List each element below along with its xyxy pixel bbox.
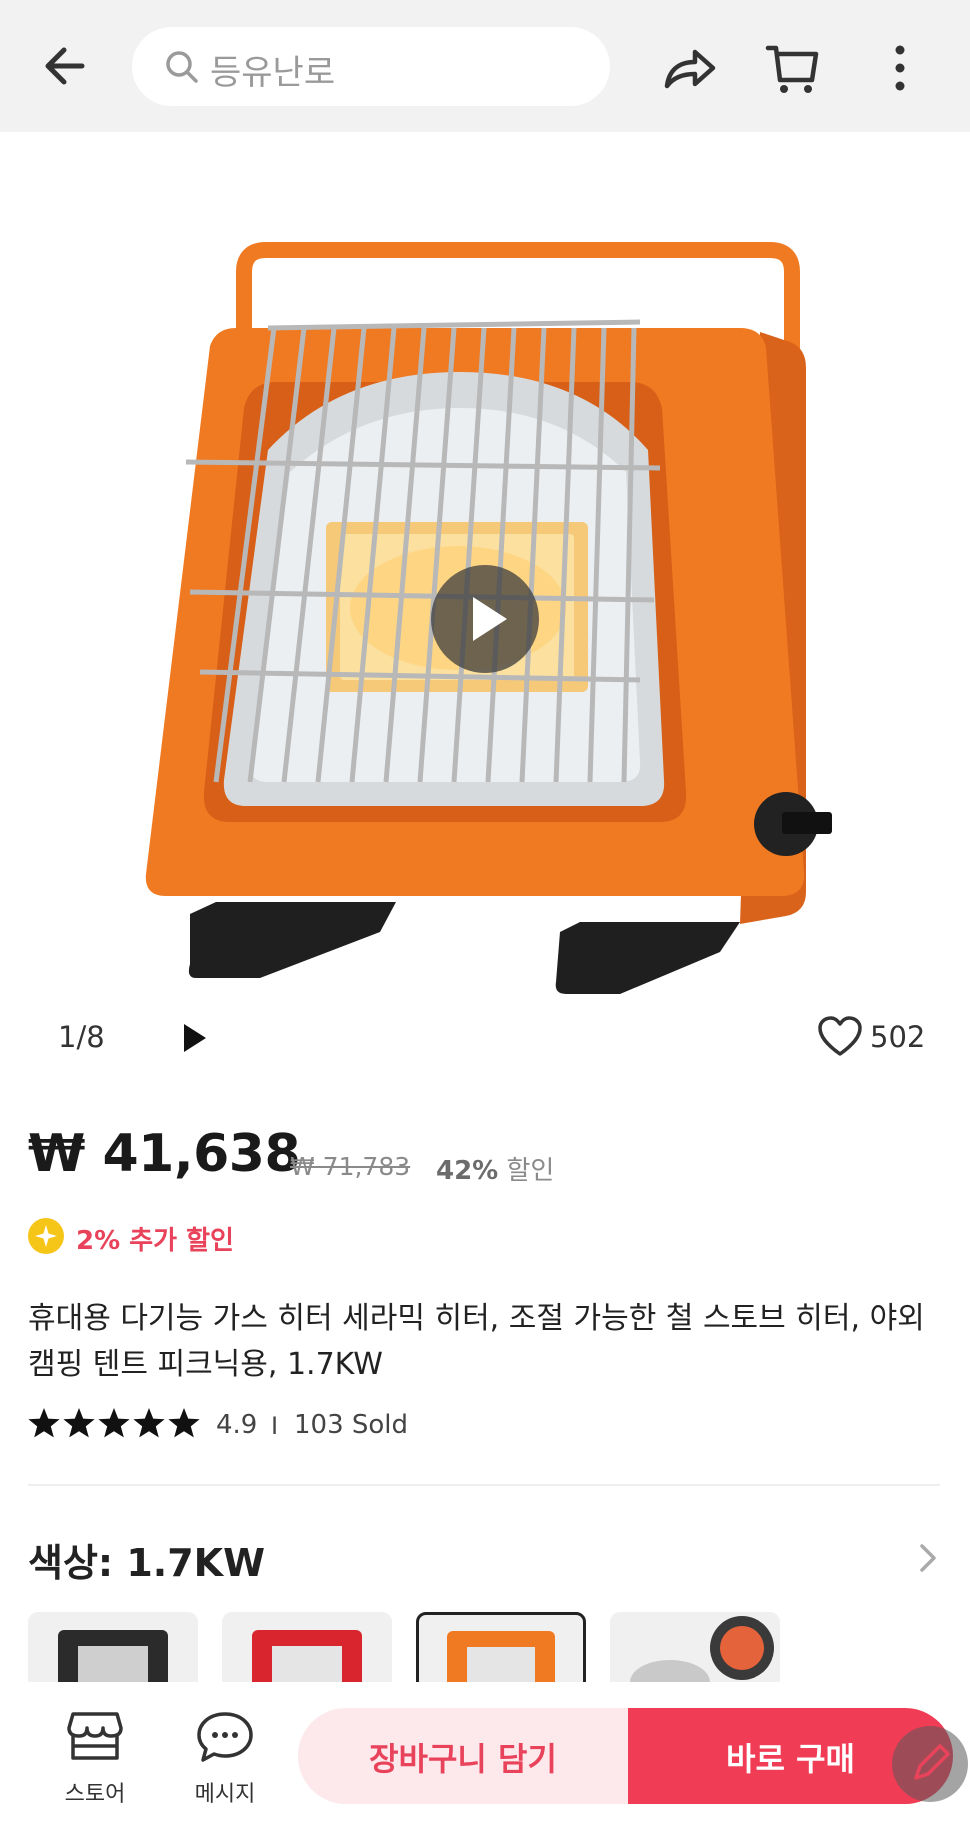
heart-icon: [818, 1016, 862, 1056]
play-icon: [184, 1024, 206, 1052]
play-icon: [473, 597, 507, 641]
chevron-right-icon: [920, 1544, 936, 1572]
option-label: 색상: 1.7KW: [28, 1541, 266, 1585]
divider: [28, 1484, 940, 1486]
discount-percent: 42%: [436, 1156, 499, 1186]
gallery-bar: 1/8 502: [0, 1012, 970, 1068]
video-button[interactable]: [178, 1020, 210, 1056]
search-placeholder: 등유난로: [210, 53, 336, 93]
back-button[interactable]: [36, 36, 96, 96]
original-price: ₩ 71,783: [290, 1152, 411, 1181]
current-price: ₩ 41,638: [28, 1124, 301, 1184]
cart-button[interactable]: [762, 36, 826, 100]
sold-count: 103 Sold: [294, 1410, 409, 1440]
more-vertical-icon: [895, 45, 905, 91]
store-label: 스토어: [64, 1782, 126, 1807]
option-thumbnail[interactable]: [28, 1612, 198, 1682]
message-label: 메시지: [194, 1782, 256, 1807]
sparkle-icon: [28, 1218, 64, 1254]
discount-label: 42% 할인: [436, 1150, 554, 1187]
search-input[interactable]: 등유난로: [132, 27, 610, 106]
message-button[interactable]: 메시지: [180, 1708, 270, 1808]
store-icon: [67, 1712, 123, 1760]
extra-discount-text: 2% 추가 할인: [76, 1226, 234, 1256]
option-thumbnail[interactable]: [222, 1612, 392, 1682]
option-thumbnail-selected[interactable]: [416, 1612, 586, 1682]
rating-value: 4.9: [216, 1410, 258, 1440]
star-rating-icon: [28, 1408, 200, 1438]
share-button[interactable]: [657, 36, 721, 100]
store-button[interactable]: 스토어: [50, 1708, 140, 1808]
pencil-icon: [914, 1744, 950, 1780]
chat-bubble-icon: [197, 1712, 253, 1762]
discount-word: 할인: [506, 1156, 555, 1186]
option-selector[interactable]: 색상: 1.7KW: [28, 1532, 940, 1585]
top-bar: 등유난로: [0, 0, 970, 132]
play-video-button[interactable]: [431, 565, 539, 673]
add-to-cart-button[interactable]: 장바구니 담기: [298, 1708, 628, 1804]
like-count: 502: [870, 1020, 926, 1054]
share-icon: [664, 49, 716, 89]
image-counter: 1/8: [58, 1020, 105, 1054]
option-thumbnails: [28, 1612, 948, 1682]
more-options-button[interactable]: [880, 36, 920, 100]
wishlist-button[interactable]: [816, 1014, 864, 1060]
arrow-left-icon: [45, 47, 85, 85]
separator: I: [271, 1412, 279, 1440]
bottom-action-bar: 스토어 메시지 장바구니 담기 바로 구매: [0, 1684, 970, 1826]
search-icon: [166, 51, 198, 83]
cart-icon: [765, 45, 819, 93]
product-title: 휴대용 다기능 가스 히터 세라믹 히터, 조절 가능한 철 스토브 히터, 야…: [28, 1301, 925, 1382]
edit-floating-button[interactable]: [892, 1726, 968, 1802]
option-thumbnail[interactable]: [610, 1612, 780, 1682]
add-to-cart-label: 장바구니 담기: [369, 1740, 557, 1778]
